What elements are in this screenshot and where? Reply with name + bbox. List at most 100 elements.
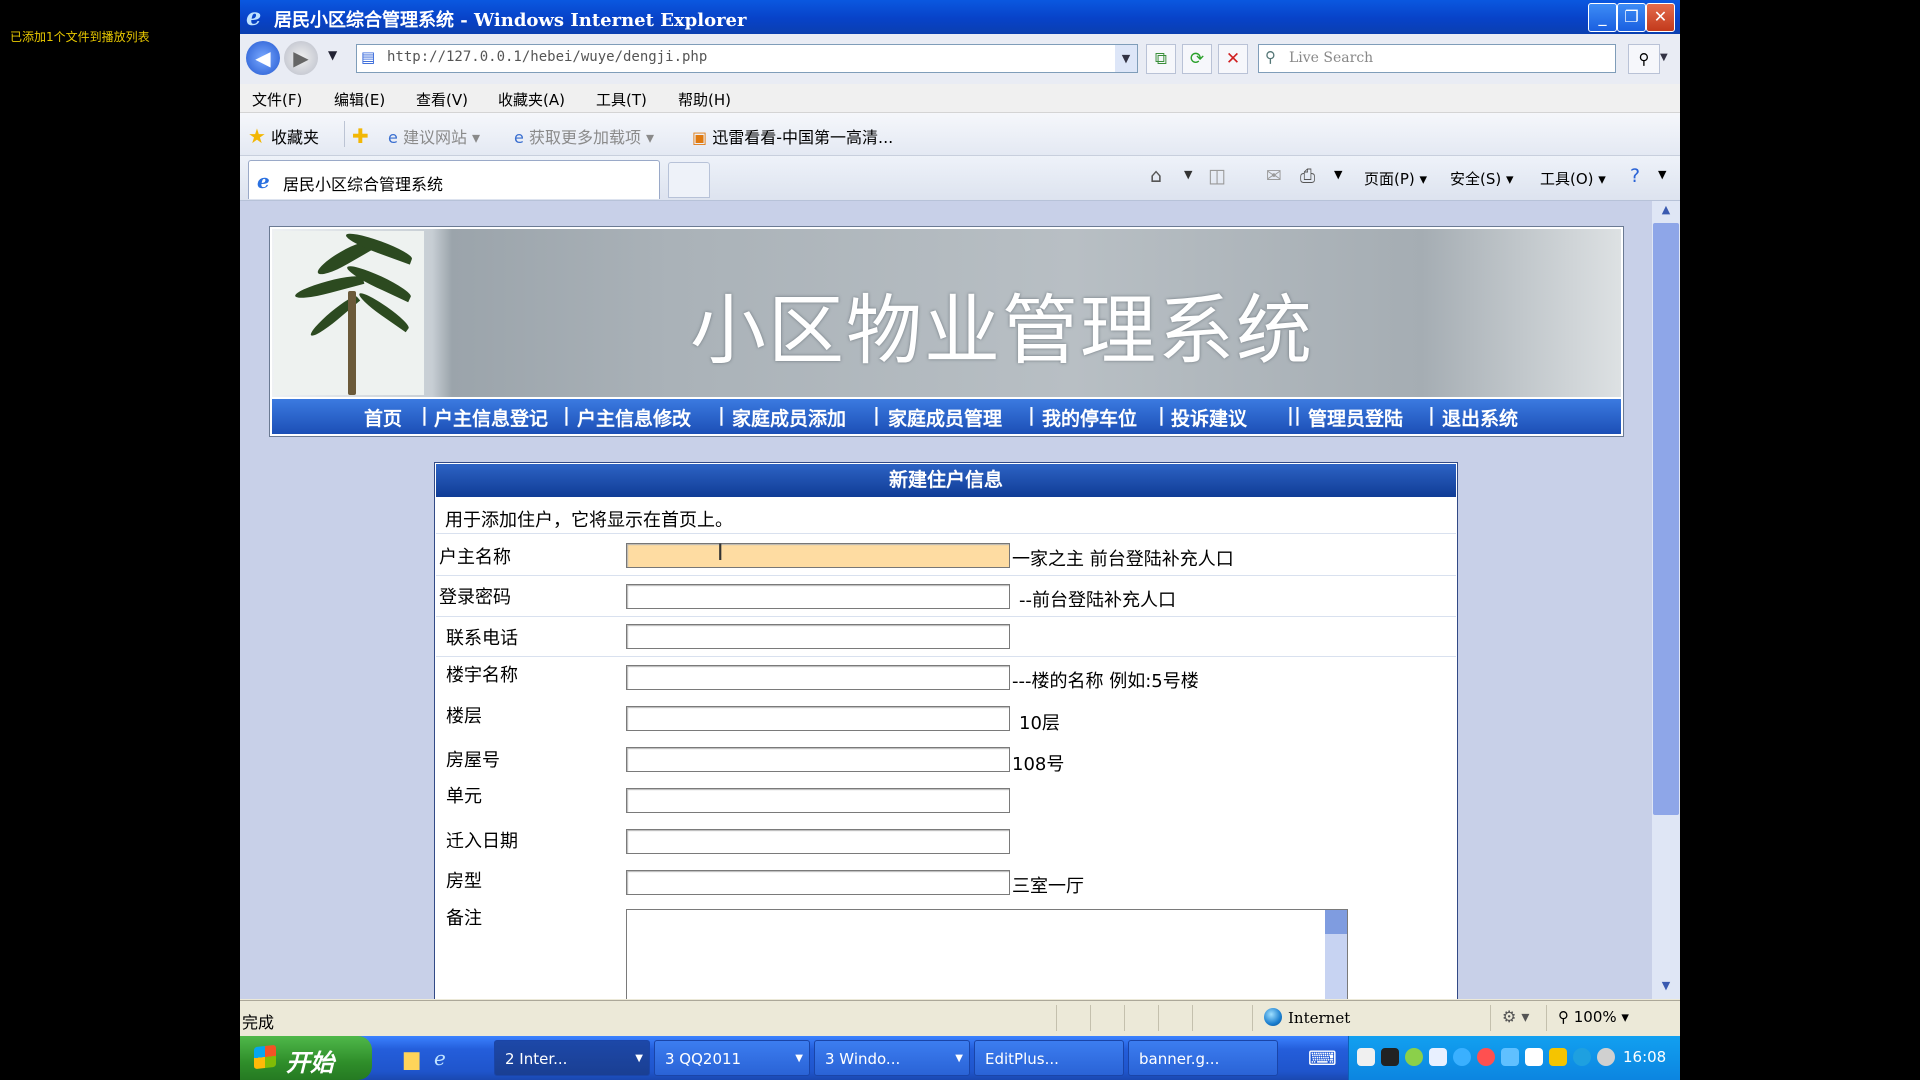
fav-link-xunlei[interactable]: ▣ 迅雷看看-中国第一高清...	[692, 124, 893, 148]
tray-qq-icon[interactable]	[1477, 1048, 1495, 1066]
nav-separator: |	[718, 404, 725, 426]
task-windows-explorer[interactable]: 3 Windo... ▼	[814, 1040, 970, 1076]
print-dropdown-icon[interactable]: ▼	[1334, 168, 1342, 181]
scroll-up-icon[interactable]: ▲	[1656, 203, 1676, 221]
print-icon[interactable]: ⎙	[1300, 165, 1315, 187]
tray-cloud-icon[interactable]	[1429, 1048, 1447, 1066]
security-zone[interactable]: Internet	[1264, 1008, 1350, 1027]
task-banner[interactable]: banner.g...	[1128, 1040, 1278, 1076]
close-button[interactable]: ✕	[1646, 3, 1675, 32]
new-tab-button[interactable]	[668, 162, 710, 198]
password-hint: --前台登陆补充人口	[1019, 590, 1176, 611]
address-dropdown-icon[interactable]: ▼	[1115, 45, 1137, 72]
fav-link-label: 建议网站	[402, 128, 467, 147]
tools-menu[interactable]: 工具(O) ▾	[1540, 168, 1606, 189]
overlay-note: 已添加1个文件到播放列表	[10, 30, 150, 44]
quicklaunch-ie-icon[interactable]: e	[434, 1046, 446, 1070]
forward-button[interactable]: ▶	[284, 41, 318, 75]
tray-media-icon[interactable]	[1381, 1048, 1399, 1066]
search-box[interactable]: ⚲ Live Search	[1258, 44, 1616, 73]
search-placeholder[interactable]: Live Search	[1289, 50, 1373, 66]
page-menu[interactable]: 页面(P) ▾	[1364, 168, 1427, 189]
stop-icon[interactable]: ✕	[1218, 44, 1248, 74]
search-icon[interactable]: ⚲	[1628, 44, 1660, 74]
tray-shield-icon[interactable]	[1549, 1048, 1567, 1066]
tray-icon[interactable]	[1573, 1048, 1591, 1066]
address-url[interactable]: http://127.0.0.1/hebei/wuye/dengji.php	[387, 49, 707, 65]
back-button[interactable]: ◀	[246, 41, 280, 75]
room-number-input[interactable]	[626, 747, 1010, 772]
nav-family-add[interactable]: 家庭成员添加	[732, 404, 846, 431]
help-icon[interactable]: ?	[1630, 165, 1640, 187]
page-viewport: 小区物业管理系统 首页 | 户主信息登记 | 户主信息修改 | 家庭成员添加 |…	[240, 201, 1652, 999]
menu-favorites[interactable]: 收藏夹(A)	[498, 89, 565, 110]
page-scrollbar[interactable]: ▲ ▼	[1652, 201, 1680, 999]
zoom-level[interactable]: ⚲ 100% ▾	[1558, 1008, 1629, 1026]
safety-menu[interactable]: 安全(S) ▾	[1450, 168, 1514, 189]
favorites-button[interactable]: ★ 收藏夹	[248, 124, 319, 148]
textarea-scrollbar[interactable]	[1325, 910, 1347, 999]
nav-owner-edit[interactable]: 户主信息修改	[577, 404, 691, 431]
unit-input[interactable]	[626, 788, 1010, 813]
tray-icon[interactable]	[1501, 1048, 1519, 1066]
menu-view[interactable]: 查看(V)	[416, 89, 468, 110]
tab-active[interactable]: e 居民小区综合管理系统	[248, 160, 660, 199]
keyboard-icon[interactable]: ⌨	[1308, 1046, 1337, 1070]
tray-icon[interactable]	[1525, 1048, 1543, 1066]
title-bar: e 居民小区综合管理系统 - Windows Internet Explorer…	[240, 0, 1680, 34]
move-in-date-input[interactable]	[626, 829, 1010, 854]
menu-edit[interactable]: 编辑(E)	[334, 89, 385, 110]
remarks-textarea[interactable]	[626, 909, 1348, 999]
refresh-icon[interactable]: ⟳	[1182, 44, 1212, 74]
menu-help[interactable]: 帮助(H)	[678, 89, 731, 110]
building-input[interactable]	[626, 665, 1010, 690]
owner-name-input[interactable]	[626, 543, 1010, 568]
nav-family-manage[interactable]: 家庭成员管理	[888, 404, 1002, 431]
nav-home[interactable]: 首页	[364, 404, 402, 431]
protected-mode-icon[interactable]: ⚙ ▾	[1502, 1007, 1529, 1026]
add-to-favorites-bar-icon[interactable]: ✚	[352, 124, 369, 148]
task-editplus[interactable]: EditPlus...	[974, 1040, 1124, 1076]
maximize-button[interactable]: ❐	[1617, 3, 1646, 32]
menu-file[interactable]: 文件(F)	[252, 89, 302, 110]
task-label: 2 Inter...	[505, 1050, 568, 1068]
nav-admin-login[interactable]: 管理员登陆	[1308, 404, 1403, 431]
nav-logout[interactable]: 退出系统	[1442, 404, 1518, 431]
home-icon[interactable]: ⌂	[1150, 165, 1162, 187]
task-internet-explorer[interactable]: 2 Inter... ▼	[494, 1040, 650, 1076]
menu-tools[interactable]: 工具(T)	[596, 89, 647, 110]
address-bar[interactable]: ▤ http://127.0.0.1/hebei/wuye/dengji.php…	[356, 44, 1138, 73]
fav-link-suggested-sites[interactable]: e 建议网站 ▾	[388, 124, 480, 148]
home-dropdown-icon[interactable]: ▼	[1184, 168, 1192, 181]
quicklaunch-explorer-icon[interactable]: ▆	[404, 1046, 419, 1070]
mail-icon[interactable]: ✉	[1266, 165, 1282, 187]
separator	[1158, 1005, 1159, 1031]
tray-icon[interactable]	[1357, 1048, 1375, 1066]
scroll-thumb[interactable]	[1653, 223, 1679, 815]
separator	[1124, 1005, 1125, 1031]
room-number-hint: 108号	[1012, 754, 1065, 775]
scroll-down-icon[interactable]: ▼	[1656, 979, 1676, 997]
nav-complaints[interactable]: 投诉建议	[1171, 404, 1247, 431]
tray-icon[interactable]	[1405, 1048, 1423, 1066]
start-button[interactable]: 开始	[240, 1036, 372, 1080]
password-input[interactable]	[626, 584, 1010, 609]
nav-parking[interactable]: 我的停车位	[1042, 404, 1137, 431]
nav-owner-register[interactable]: 户主信息登记	[434, 404, 548, 431]
recent-pages-dropdown-icon[interactable]: ▼	[328, 48, 337, 62]
tray-volume-icon[interactable]	[1597, 1048, 1615, 1066]
floor-input[interactable]	[626, 706, 1010, 731]
tray-icon[interactable]	[1453, 1048, 1471, 1066]
favorites-label: 收藏夹	[271, 128, 320, 147]
clock[interactable]: 16:08	[1623, 1048, 1666, 1066]
fav-link-addons[interactable]: e 获取更多加载项 ▾	[514, 124, 654, 148]
field-label-building: 楼宇名称	[446, 665, 518, 686]
minimize-button[interactable]: _	[1588, 3, 1617, 32]
search-options-dropdown-icon[interactable]: ▼	[1660, 44, 1674, 72]
compatibility-icon[interactable]: ⧉	[1146, 44, 1176, 74]
task-qq[interactable]: 3 QQ2011 ▼	[654, 1040, 810, 1076]
house-type-input[interactable]	[626, 870, 1010, 895]
phone-input[interactable]	[626, 624, 1010, 649]
feeds-icon[interactable]: ◫	[1208, 165, 1226, 187]
help-dropdown-icon[interactable]: ▼	[1658, 168, 1666, 181]
